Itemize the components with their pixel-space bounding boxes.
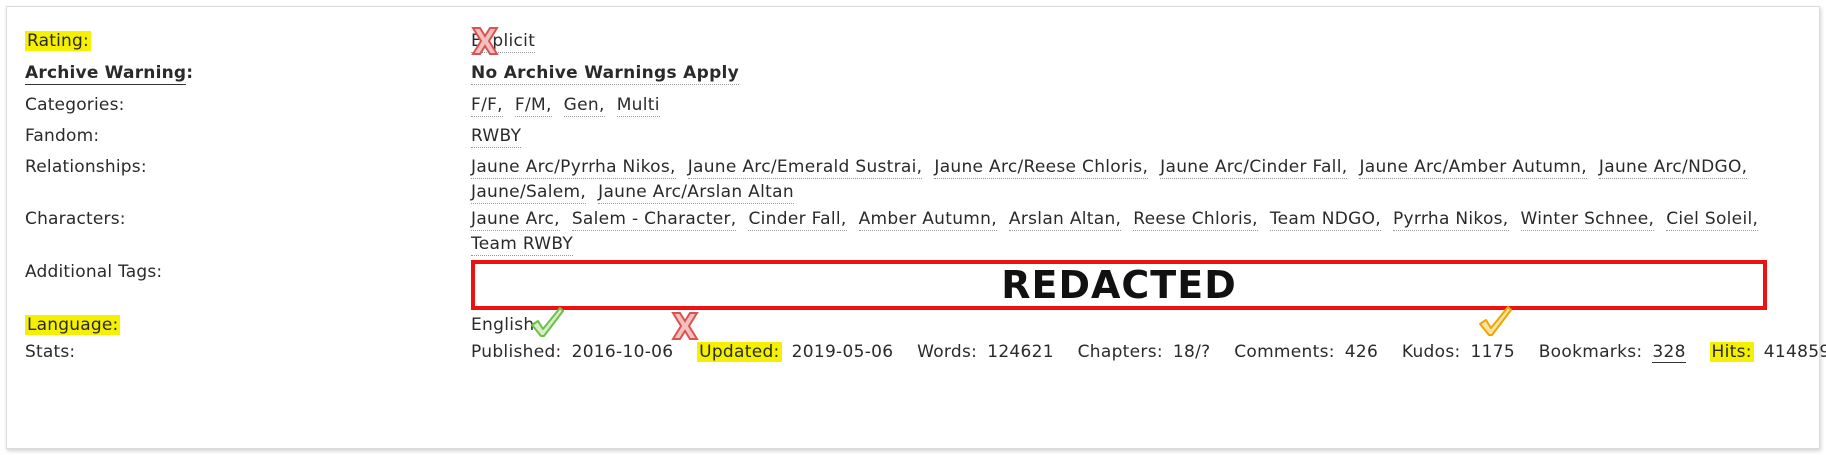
stat-kudos-label: Kudos: (1401, 342, 1461, 362)
archive-warning-colon: : (186, 63, 194, 83)
stat-bookmarks-link[interactable]: 328 (1652, 342, 1686, 363)
stat-hits-label: Hits: (1709, 342, 1754, 362)
characters-value: Jaune Arc, Salem - Character, Cinder Fall,… (471, 207, 1787, 257)
rating-label: Rating: (25, 29, 91, 53)
stat-chapters-value: 18/? (1172, 342, 1211, 362)
archive-warning-value: No Archive Warnings Apply (471, 61, 1787, 86)
rating-value: Explicit (471, 29, 1787, 54)
work-meta-panel: Rating: Explicit Archive Warning: No Arc… (6, 6, 1826, 449)
relationships-label: Relationships: (25, 157, 147, 177)
category-tag[interactable]: F/F, (471, 95, 503, 117)
language-label: Language: (25, 313, 121, 337)
category-tag[interactable]: Multi (616, 95, 660, 117)
relationship-tag[interactable]: Jaune Arc/Cinder Fall, (1160, 157, 1348, 179)
archive-warning-tag[interactable]: No Archive Warnings Apply (471, 63, 740, 85)
relationship-tag[interactable]: Jaune Arc/Amber Autumn, (1359, 157, 1587, 179)
stat-words-value: 124621 (987, 342, 1054, 362)
character-tag[interactable]: Cinder Fall, (748, 209, 847, 231)
x-mark-icon (671, 312, 699, 340)
character-tag[interactable]: Ciel Soleil, (1666, 209, 1759, 231)
work-meta-list: Rating: Explicit Archive Warning: No Arc… (19, 17, 1826, 437)
category-tag[interactable]: Gen, (563, 95, 605, 117)
stat-words-label: Words: (917, 342, 978, 362)
categories-label: Categories: (25, 95, 125, 115)
character-tag[interactable]: Reese Chloris, (1133, 209, 1258, 231)
stat-chapters-label: Chapters: (1077, 342, 1163, 362)
relationship-tag[interactable]: Jaune/Salem, (471, 182, 587, 204)
character-tag[interactable]: Pyrrha Nikos, (1392, 209, 1509, 231)
fandom-value: RWBY (471, 124, 1787, 149)
stat-bookmarks-label: Bookmarks: (1538, 342, 1643, 362)
rating-label-text: Rating: (25, 31, 91, 51)
check-green-icon (531, 307, 564, 337)
character-tag[interactable]: Amber Autumn, (858, 209, 997, 231)
stat-kudos-value: 1175 (1470, 342, 1515, 362)
character-tag[interactable]: Team RWBY (471, 234, 574, 256)
fandom-tag[interactable]: RWBY (471, 126, 522, 148)
archive-warning-link[interactable]: Archive Warning (25, 63, 187, 85)
relationship-tag[interactable]: Jaune Arc/Reese Chloris, (934, 157, 1149, 179)
relationship-tag[interactable]: Jaune Arc/Pyrrha Nikos, (471, 157, 676, 179)
stat-comments-value: 426 (1344, 342, 1379, 362)
stats-label: Stats: (25, 342, 76, 362)
stat-comments-label: Comments: (1234, 342, 1335, 362)
category-tag[interactable]: F/M, (514, 95, 552, 117)
archive-warning-label: Archive Warning: (25, 61, 193, 85)
stat-published-value: 2016-10-06 (571, 342, 674, 362)
character-tag[interactable]: Team NDGO, (1269, 209, 1381, 231)
stats-value: Published: 2016-10-06 Updated: 2019-05-06 … (471, 340, 1826, 365)
character-tag[interactable]: Winter Schnee, (1520, 209, 1655, 231)
characters-label: Characters: (25, 209, 126, 229)
fandom-label: Fandom: (25, 126, 100, 146)
stat-updated-label: Updated: (697, 342, 782, 362)
relationship-tag[interactable]: Jaune Arc/NDGO, (1598, 157, 1748, 179)
additional-tags-label: Additional Tags: (25, 262, 163, 282)
relationship-tag[interactable]: Jaune Arc/Emerald Sustrai, (687, 157, 923, 179)
language-label-text: Language: (25, 315, 121, 335)
character-tag[interactable]: Salem - Character, (571, 209, 737, 231)
stat-hits-value: 414859 (1763, 342, 1826, 362)
check-orange-icon (1479, 306, 1512, 336)
stat-updated-value: 2019-05-06 (791, 342, 894, 362)
character-tag[interactable]: Arslan Altan, (1008, 209, 1122, 231)
redaction-box: REDACTED (471, 260, 1767, 310)
x-mark-icon (471, 27, 499, 55)
character-tag[interactable]: Jaune Arc, (471, 209, 560, 231)
stat-published-label: Published: (471, 342, 562, 362)
categories-value: F/F, F/M, Gen, Multi (471, 93, 1787, 118)
relationship-tag[interactable]: Jaune Arc/Arslan Altan (598, 182, 794, 204)
relationships-value: Jaune Arc/Pyrrha Nikos, Jaune Arc/Emerald… (471, 155, 1787, 205)
